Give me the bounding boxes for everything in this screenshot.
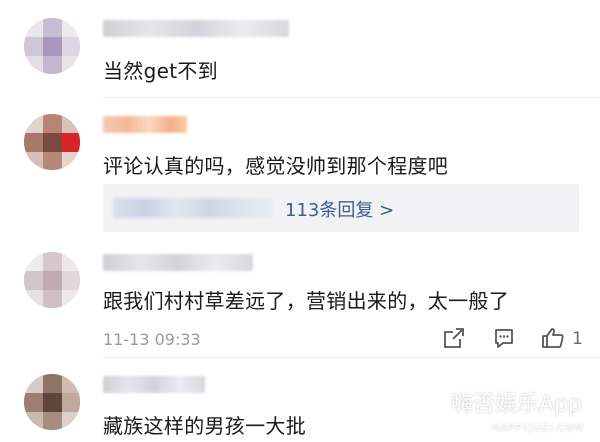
username-blurred[interactable] bbox=[103, 376, 205, 393]
username-blurred[interactable] bbox=[103, 254, 253, 271]
watermark-brand: 嗨否娱乐App bbox=[451, 392, 582, 417]
timestamp: 11-13 09:33 bbox=[103, 330, 201, 349]
comment-text: 藏族这样的男孩一大批 bbox=[103, 414, 306, 438]
view-replies-link[interactable]: 113条回复 > bbox=[285, 196, 394, 222]
comment-icon bbox=[495, 329, 513, 348]
comment-item: 跟我们村村草差远了，营销出来的，太一般了 11-13 09:33 1 bbox=[0, 240, 600, 358]
like-button[interactable] bbox=[541, 326, 565, 352]
avatar[interactable] bbox=[24, 374, 80, 430]
like-count: 1 bbox=[572, 329, 583, 349]
comment-item: 当然get不到 bbox=[0, 0, 600, 98]
share-icon bbox=[444, 328, 464, 348]
comment-text: 跟我们村村草差远了，营销出来的，太一般了 bbox=[103, 289, 509, 313]
comment-text: 评论认真的吗，感觉没帅到那个程度吧 bbox=[103, 154, 449, 178]
avatar[interactable] bbox=[24, 114, 80, 170]
comment-text: 当然get不到 bbox=[103, 59, 218, 83]
watermark-url: HAPPYJUZI.COM bbox=[492, 423, 584, 434]
reply-preview-blurred bbox=[113, 198, 273, 218]
comment-button[interactable] bbox=[493, 327, 515, 353]
avatar[interactable] bbox=[24, 18, 80, 74]
thumbs-up-icon bbox=[542, 328, 564, 348]
avatar[interactable] bbox=[24, 252, 80, 308]
reply-preview[interactable]: 113条回复 > bbox=[103, 184, 579, 232]
username-blurred[interactable] bbox=[103, 20, 289, 37]
comment-item: 评论认真的吗，感觉没帅到那个程度吧 113条回复 > bbox=[0, 98, 600, 240]
share-button[interactable] bbox=[443, 327, 465, 353]
username-blurred[interactable] bbox=[103, 116, 187, 133]
